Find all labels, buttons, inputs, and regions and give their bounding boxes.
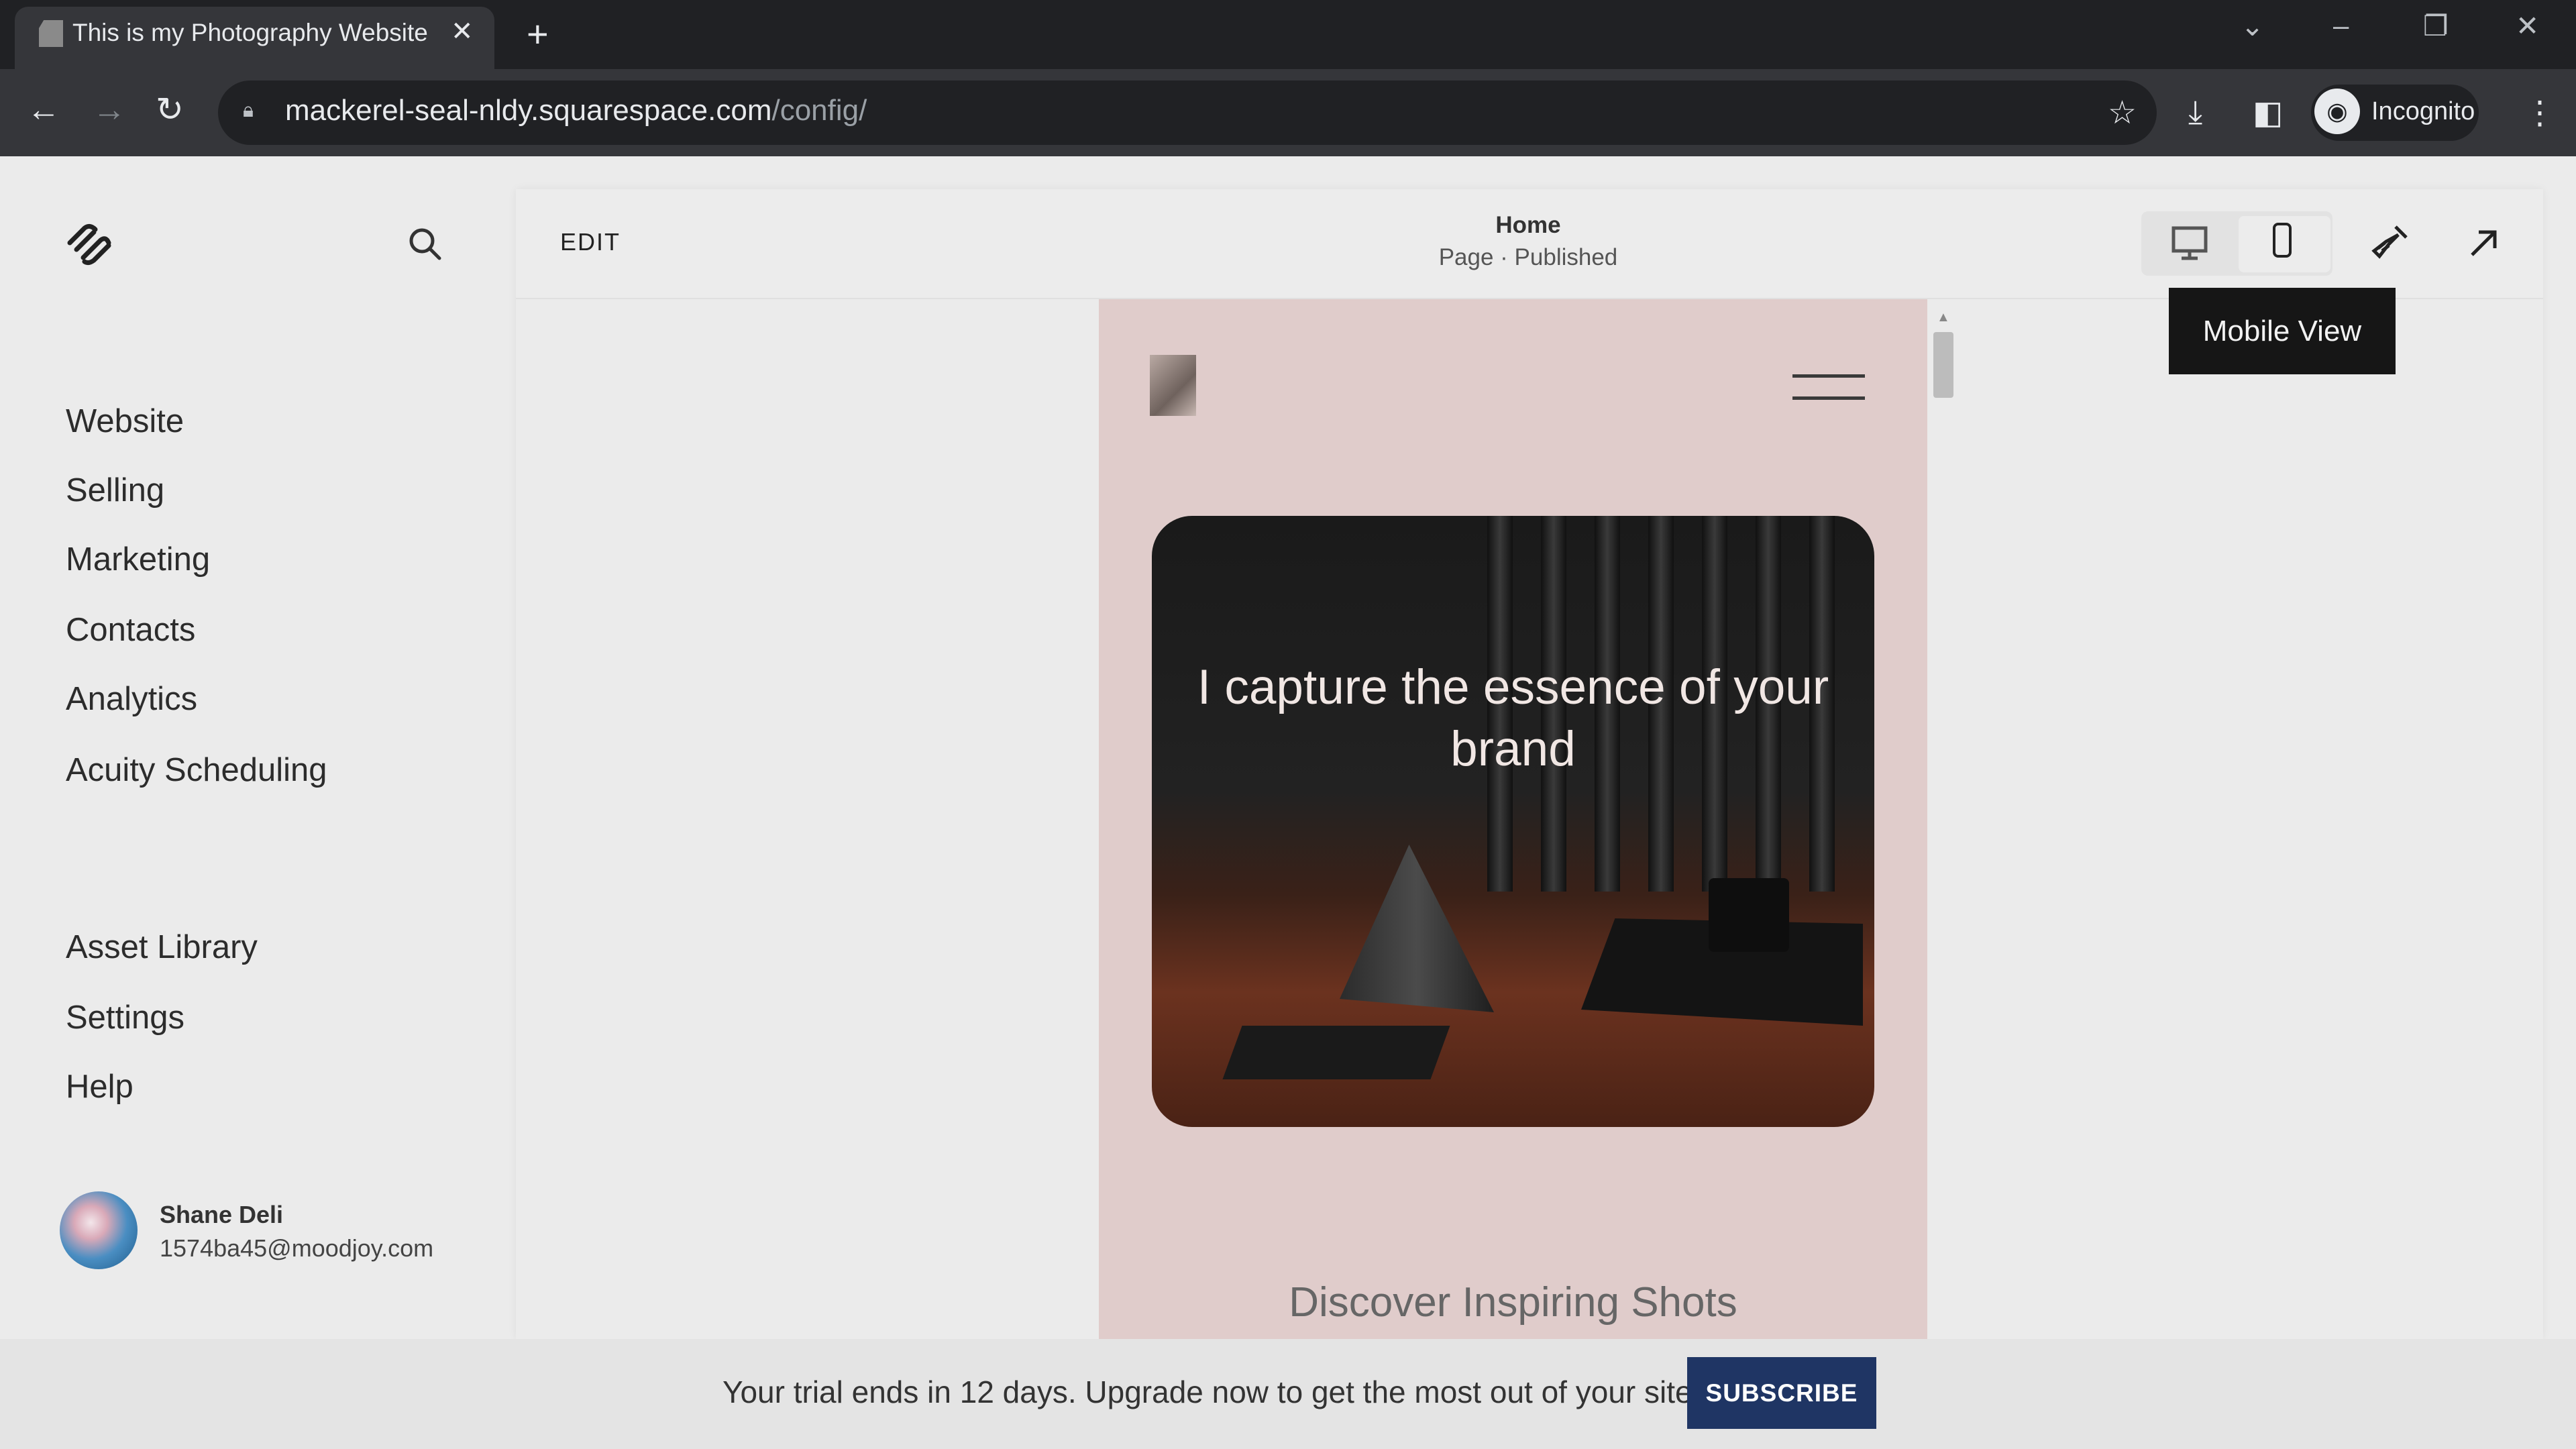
- hero-pyramid: [1340, 845, 1494, 1012]
- browser-menu-icon[interactable]: ⋮: [2524, 94, 2556, 131]
- sidebar-item-asset-library[interactable]: Asset Library: [66, 928, 258, 966]
- side-panel-icon[interactable]: ◧: [2253, 94, 2283, 131]
- reload-button[interactable]: ↻: [156, 90, 184, 129]
- avatar[interactable]: [60, 1191, 138, 1269]
- preview-scrollbar[interactable]: [1933, 332, 1953, 398]
- subscribe-button[interactable]: SUBSCRIBE: [1687, 1357, 1876, 1429]
- sidebar-item-acuity-scheduling[interactable]: Acuity Scheduling: [66, 751, 327, 789]
- sidebar-item-contacts[interactable]: Contacts: [66, 611, 195, 649]
- hero-cup: [1709, 878, 1789, 952]
- download-icon[interactable]: ⤓: [2188, 94, 2202, 131]
- open-site-arrow-icon[interactable]: [2463, 221, 2506, 264]
- url-text[interactable]: mackerel-seal-nldy.squarespace.com/confi…: [285, 94, 867, 127]
- sidebar-item-website[interactable]: Website: [66, 402, 184, 440]
- incognito-label: Incognito: [2371, 97, 2475, 125]
- page-status: Page · Published: [1438, 244, 1618, 270]
- desktop-view-icon[interactable]: [2168, 221, 2211, 264]
- hero-mat: [1222, 1026, 1450, 1079]
- hero-image[interactable]: I capture the essence of your brand: [1152, 516, 1874, 1127]
- url-path: /config/: [771, 94, 867, 127]
- search-icon[interactable]: [406, 225, 443, 262]
- mobile-site-preview[interactable]: I capture the essence of your brand Disc…: [1099, 299, 1927, 1339]
- favicon-icon: [39, 20, 63, 47]
- hero-heading[interactable]: I capture the essence of your brand: [1179, 657, 1847, 780]
- url-host: mackerel-seal-nldy.squarespace.com: [285, 94, 772, 127]
- close-window-button[interactable]: ✕: [2516, 9, 2539, 42]
- page-title: Home: [1495, 212, 1561, 238]
- forward-button[interactable]: →: [93, 90, 126, 129]
- incognito-icon: ◉: [2314, 89, 2360, 134]
- sidebar-item-analytics[interactable]: Analytics: [66, 680, 197, 718]
- back-button[interactable]: ←: [27, 90, 60, 129]
- bookmark-star-icon[interactable]: ☆: [2108, 94, 2137, 131]
- minimize-button[interactable]: –: [2333, 9, 2349, 42]
- sidebar-item-settings[interactable]: Settings: [66, 999, 184, 1036]
- user-email: 1574ba45@moodjoy.com: [160, 1234, 434, 1262]
- edit-button[interactable]: EDIT: [560, 228, 621, 256]
- tab-title: This is my Photography Website: [72, 19, 428, 46]
- hamburger-menu-icon[interactable]: [1792, 374, 1865, 401]
- mobile-view-icon[interactable]: [2261, 221, 2304, 264]
- restore-button[interactable]: ❐: [2423, 9, 2449, 42]
- trial-message: Your trial ends in 12 days. Upgrade now …: [722, 1375, 1701, 1409]
- tab-close-icon[interactable]: ✕: [451, 16, 474, 47]
- new-tab-button[interactable]: +: [527, 12, 549, 56]
- site-logo-image[interactable]: [1150, 355, 1196, 416]
- squarespace-logo-icon[interactable]: [64, 223, 114, 267]
- sidebar-item-help[interactable]: Help: [66, 1068, 133, 1106]
- sidebar-item-selling[interactable]: Selling: [66, 472, 164, 509]
- sidebar-item-marketing[interactable]: Marketing: [66, 541, 210, 578]
- design-brush-icon[interactable]: [2369, 221, 2412, 264]
- section-heading[interactable]: Discover Inspiring Shots: [1099, 1279, 1927, 1326]
- user-name: Shane Deli: [160, 1201, 284, 1228]
- sidebar: [0, 156, 493, 1339]
- tab-search-icon[interactable]: ⌄: [2241, 9, 2264, 42]
- lock-icon[interactable]: 🔒︎: [243, 99, 260, 123]
- scroll-up-arrow-icon[interactable]: ▲: [1937, 310, 1950, 325]
- mobile-view-tooltip: Mobile View: [2169, 288, 2396, 374]
